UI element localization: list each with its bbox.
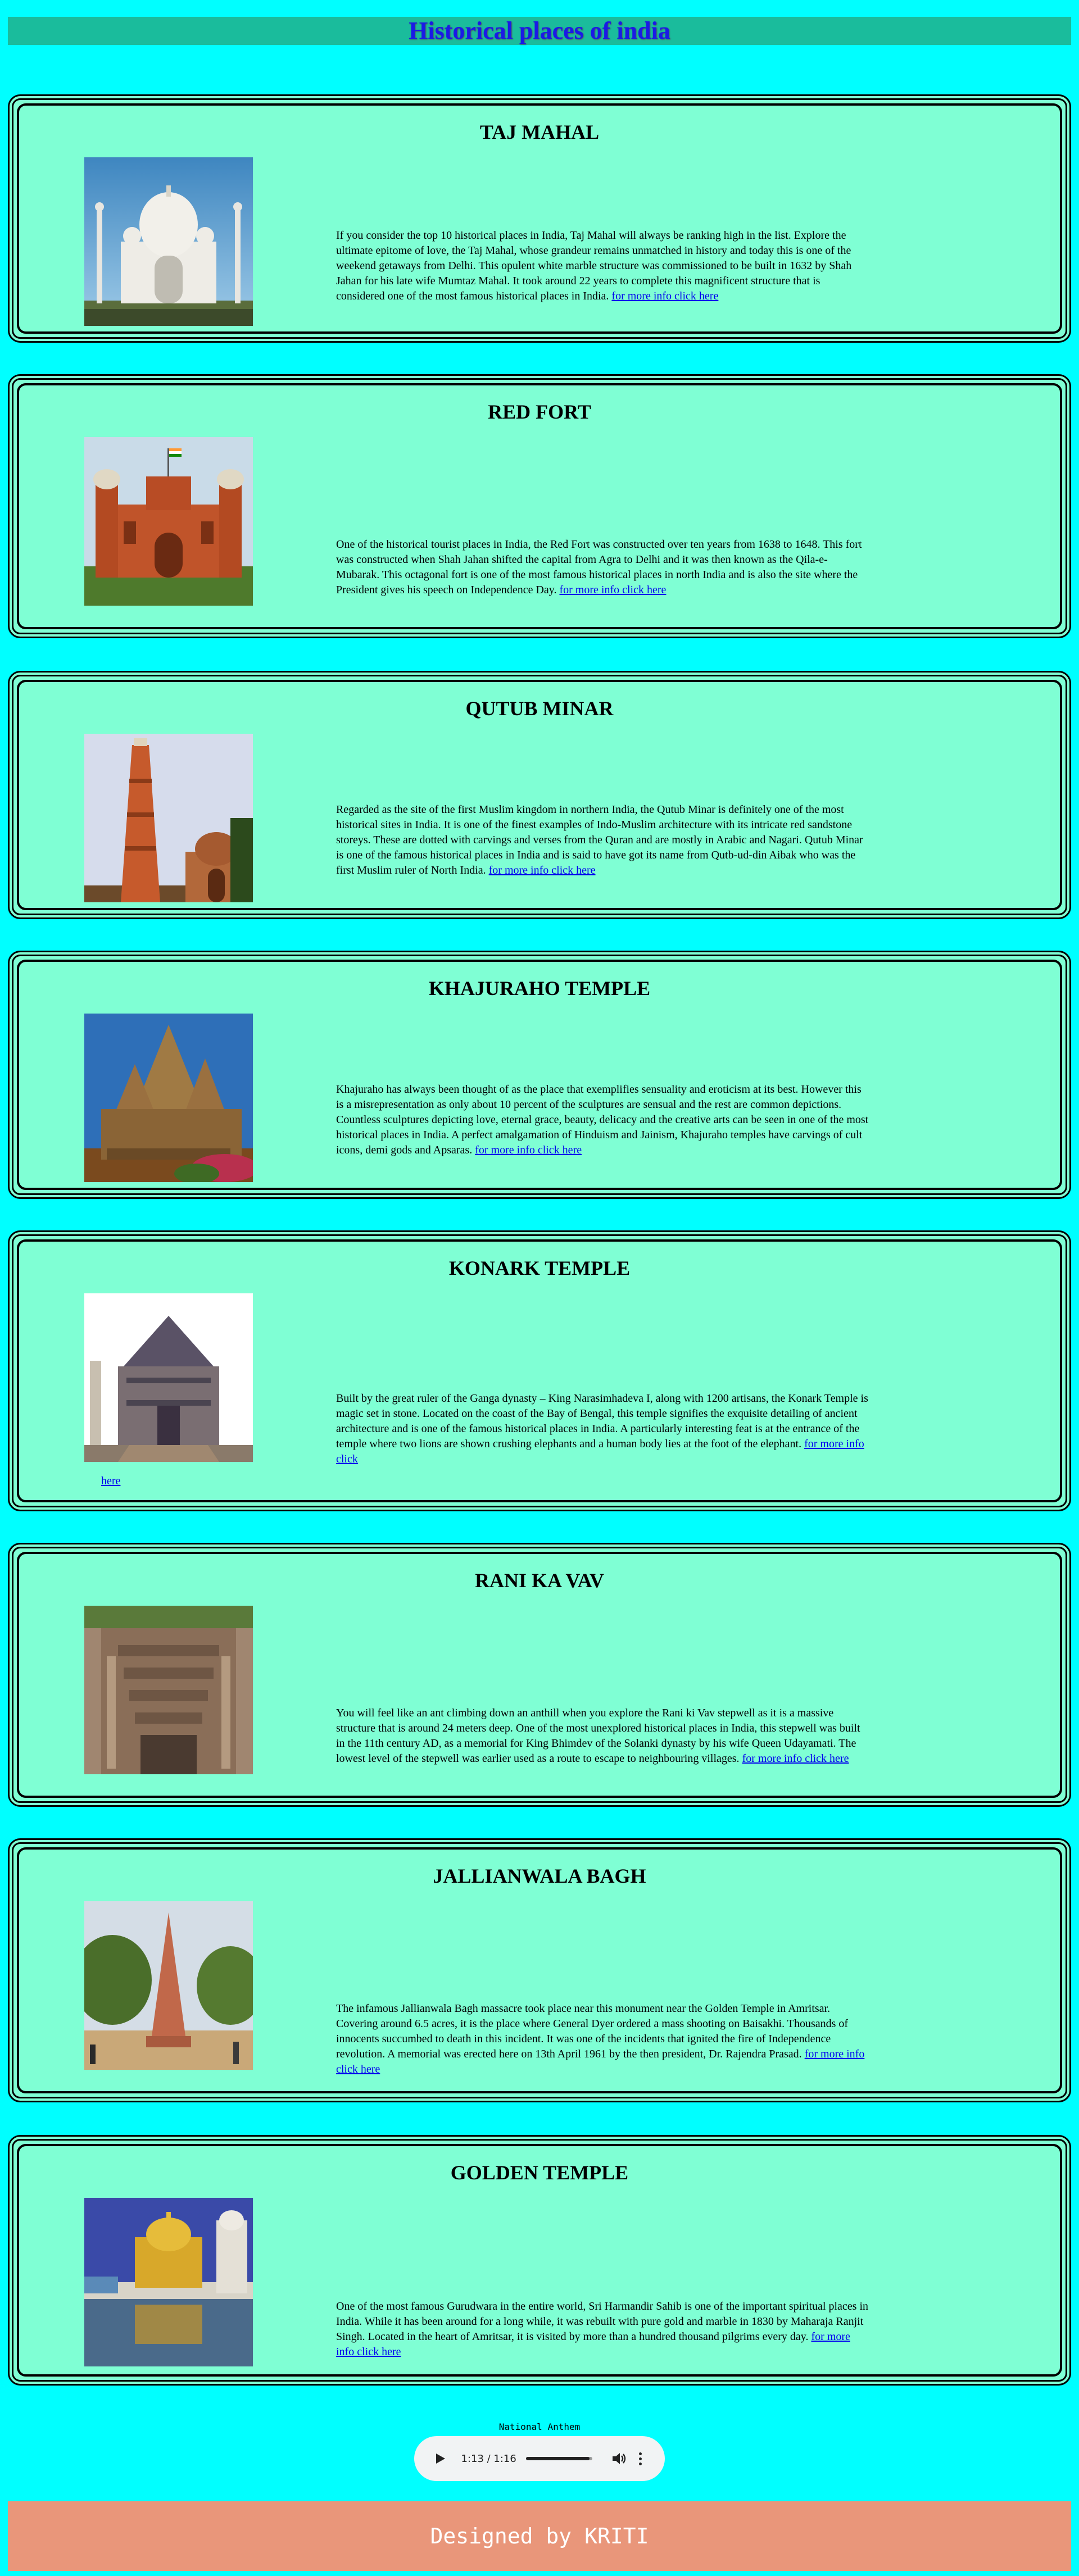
- place-title: TAJ MAHAL: [479, 121, 600, 143]
- place-description: If you consider the top 10 historical pl…: [336, 229, 852, 302]
- place-card-qutub-minar: QUTUB MINAR Regarded as the site of the …: [8, 671, 1071, 919]
- page-header: Historical places of india: [8, 17, 1071, 45]
- place-card-khajuraho-temple: KHAJURAHO TEMPLE Khajuraho has always be…: [8, 951, 1071, 1199]
- place-description: Khajuraho has always been thought of as …: [336, 1083, 869, 1156]
- more-info-link[interactable]: for more info click here: [489, 864, 596, 876]
- place-card-golden-temple: GOLDEN TEMPLE One of the most famous Gur…: [8, 2135, 1071, 2386]
- audio-section: National Anthem 1:13 / 1:16: [0, 2421, 1079, 2481]
- place-description: Built by the great ruler of the Ganga dy…: [336, 1392, 868, 1465]
- place-image-red-fort: [84, 437, 253, 606]
- place-card-konark-temple: KONARK TEMPLE Built by the great ruler o…: [8, 1230, 1071, 1511]
- more-options-icon[interactable]: [634, 2451, 646, 2466]
- place-title: KHAJURAHO TEMPLE: [428, 977, 651, 999]
- place-card-red-fort: RED FORT One of the historical tourist p…: [8, 374, 1071, 638]
- place-image-golden-temple: [84, 2198, 253, 2366]
- audio-player: 1:13 / 1:16: [414, 2436, 665, 2481]
- place-card-taj-mahal: TAJ MAHAL If you consider the top 10 his…: [8, 94, 1071, 343]
- place-description: Regarded as the site of the first Muslim…: [336, 803, 863, 876]
- place-image-khajuraho-temple: [84, 1014, 253, 1182]
- more-info-link[interactable]: for more info click here: [742, 1752, 849, 1765]
- place-image-jallianwala-bagh: [84, 1901, 253, 2070]
- more-info-link-continuation[interactable]: here: [101, 1475, 120, 1487]
- place-title: QUTUB MINAR: [465, 697, 614, 720]
- place-title: KONARK TEMPLE: [448, 1257, 631, 1279]
- audio-seek-progress: [526, 2457, 590, 2460]
- page-title: Historical places of india: [409, 17, 670, 44]
- place-image-taj-mahal: [84, 157, 253, 326]
- place-description: One of the most famous Gurudwara in the …: [336, 2300, 869, 2358]
- place-image-konark-temple: [84, 1293, 253, 1462]
- more-info-link[interactable]: for more info click here: [475, 1144, 582, 1156]
- place-title: RED FORT: [488, 401, 591, 423]
- more-info-link[interactable]: for more info click here: [611, 290, 718, 302]
- audio-seek-bar[interactable]: [526, 2457, 592, 2460]
- place-title: RANI KA VAV: [474, 1569, 605, 1592]
- place-title: GOLDEN TEMPLE: [450, 2161, 629, 2184]
- more-info-link[interactable]: for more info click here: [559, 584, 666, 596]
- footer: Designed by KRITI: [8, 2501, 1071, 2571]
- place-description: You will feel like an ant climbing down …: [336, 1707, 860, 1765]
- volume-icon[interactable]: [611, 2451, 627, 2466]
- place-description: The infamous Jallianwala Bagh massacre t…: [336, 2002, 865, 2075]
- audio-time: 1:13 / 1:16: [461, 2452, 516, 2465]
- place-image-qutub-minar: [84, 734, 253, 902]
- footer-text: Designed by KRITI: [430, 2524, 649, 2548]
- play-icon[interactable]: [433, 2451, 447, 2466]
- place-title: JALLIANWALA BAGH: [433, 1865, 646, 1887]
- place-card-rani-ka-vav: RANI KA VAV You will feel like an ant cl…: [8, 1543, 1071, 1807]
- place-card-jallianwala-bagh: JALLIANWALA BAGH The infamous Jallianwal…: [8, 1838, 1071, 2102]
- place-image-rani-ka-vav: [84, 1606, 253, 1774]
- audio-title: National Anthem: [498, 2421, 581, 2432]
- place-description: One of the historical tourist places in …: [336, 538, 862, 596]
